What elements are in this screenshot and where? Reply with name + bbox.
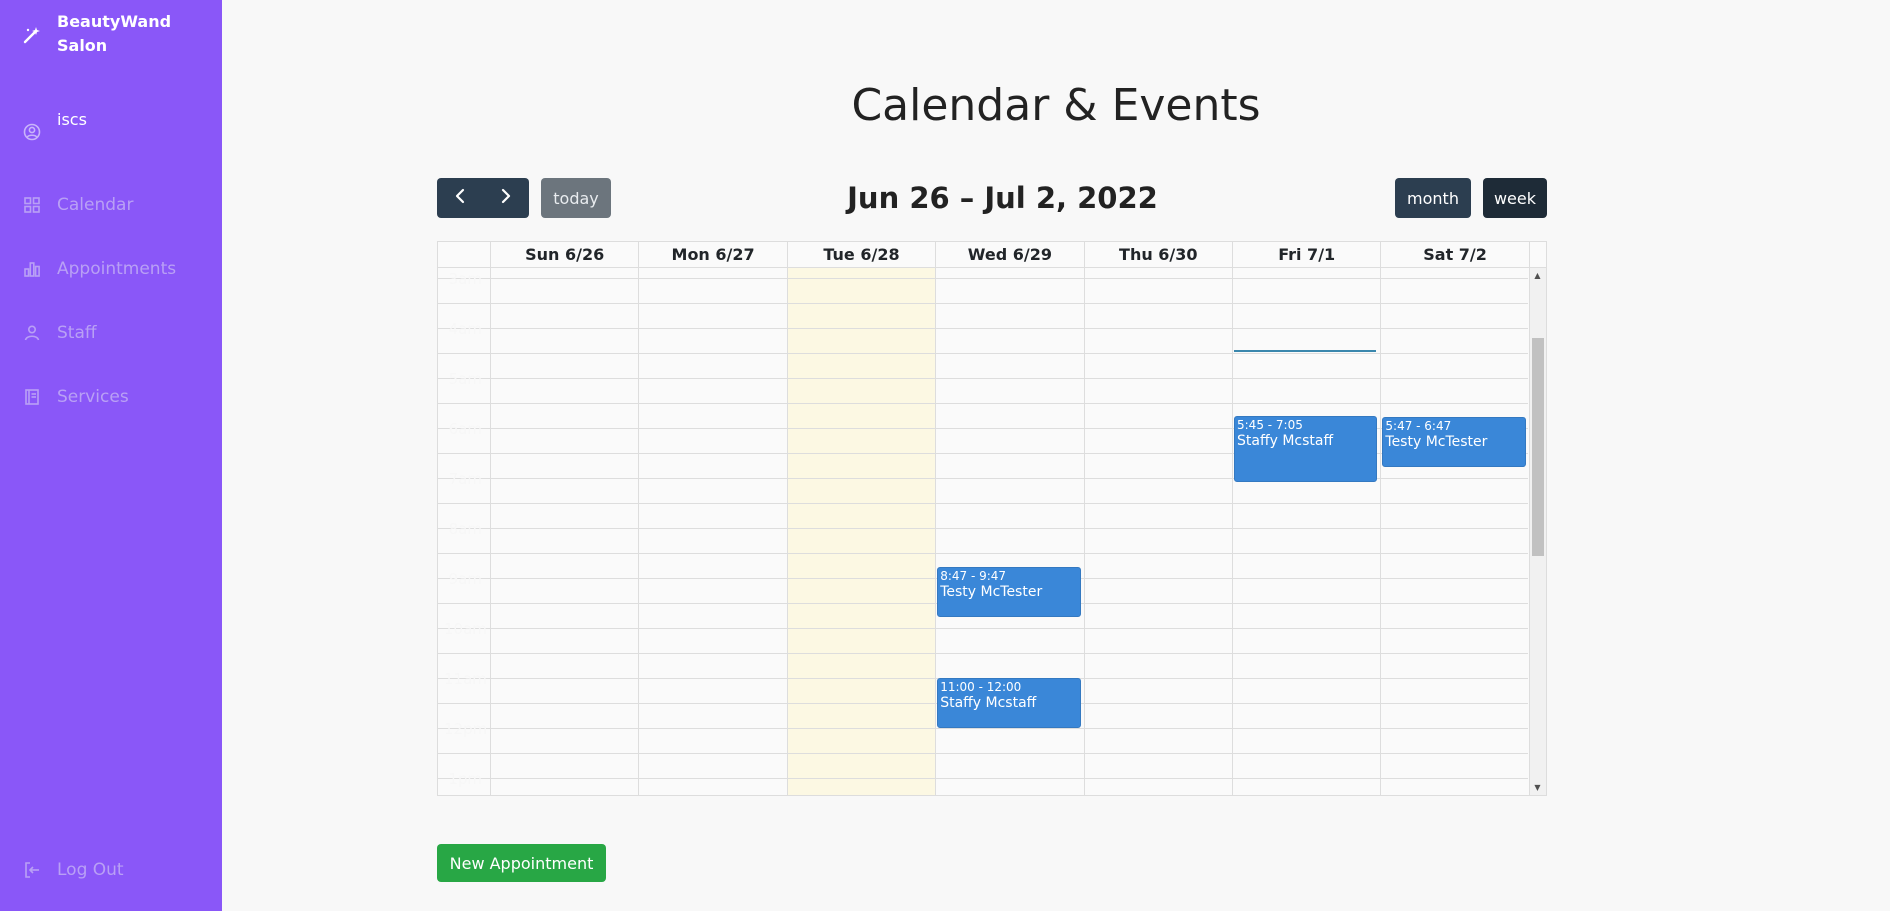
time-label: 11am bbox=[444, 670, 487, 688]
day-column[interactable] bbox=[786, 268, 936, 795]
logout-icon bbox=[22, 860, 42, 880]
brand[interactable]: BeautyWand Salon bbox=[22, 10, 187, 58]
sidebar-item-label: Appointments bbox=[57, 259, 177, 279]
logout-label: Log Out bbox=[57, 860, 124, 880]
user-profile[interactable]: iscs bbox=[22, 104, 87, 142]
time-label: 1pm bbox=[448, 770, 482, 788]
time-label: 3am bbox=[448, 270, 482, 288]
time-label: 4am bbox=[448, 320, 482, 338]
calendar-time-grid[interactable]: 3am 4am 5am 6am 7am 8am 9am 10am 11am 12pm 1pm 5:45… bbox=[438, 268, 1528, 795]
person-icon bbox=[22, 323, 42, 343]
bar-chart-icon bbox=[22, 259, 42, 279]
grid-line bbox=[438, 328, 1528, 329]
day-column[interactable] bbox=[1083, 268, 1232, 795]
sidebar-item-label: Staff bbox=[57, 323, 97, 343]
grid-line bbox=[438, 303, 1528, 304]
day-column[interactable] bbox=[490, 268, 638, 795]
grid-line bbox=[438, 353, 1528, 354]
user-name: iscs bbox=[57, 109, 87, 129]
sidebar-item-label: Services bbox=[57, 387, 129, 407]
time-label: 9am bbox=[448, 570, 482, 588]
appointment-event[interactable]: 11:00 - 12:00 Staffy Mcstaff bbox=[937, 678, 1081, 728]
time-label: 6am bbox=[448, 420, 482, 438]
grid-line bbox=[438, 753, 1528, 754]
event-time: 5:47 - 6:47 bbox=[1385, 419, 1452, 434]
day-header: Tue 6/28 bbox=[786, 242, 935, 267]
new-appointment-button[interactable]: New Appointment bbox=[437, 844, 606, 882]
day-header: Fri 7/1 bbox=[1232, 242, 1380, 267]
sidebar-item-label: Calendar bbox=[57, 195, 134, 215]
scroll-thumb[interactable] bbox=[1532, 338, 1544, 556]
day-header: Sun 6/26 bbox=[490, 242, 638, 267]
today-button[interactable]: today bbox=[541, 178, 611, 218]
sidebar: BeautyWand Salon iscs Calendar Appointme… bbox=[0, 0, 222, 911]
event-time: 5:45 - 7:05 bbox=[1237, 417, 1303, 432]
scroll-up-arrow[interactable]: ▲ bbox=[1530, 268, 1545, 283]
grid-line bbox=[438, 403, 1528, 404]
header-spacer bbox=[1528, 242, 1546, 267]
month-view-button[interactable]: month bbox=[1395, 178, 1471, 218]
day-header: Mon 6/27 bbox=[638, 242, 786, 267]
sidebar-item-staff[interactable]: Staff bbox=[22, 323, 97, 343]
grid-line bbox=[438, 503, 1528, 504]
event-time: 8:47 - 9:47 bbox=[940, 569, 1007, 584]
time-label: 12pm bbox=[444, 720, 488, 738]
page-title: Calendar & Events bbox=[851, 80, 1261, 131]
grid-line bbox=[438, 628, 1528, 629]
calendar-scrollbar[interactable]: ▲ ▼ bbox=[1529, 268, 1546, 795]
time-label: 8am bbox=[448, 520, 482, 538]
user-circle-icon bbox=[22, 122, 42, 142]
day-column[interactable] bbox=[1232, 268, 1380, 795]
sidebar-item-appointments[interactable]: Appointments bbox=[22, 259, 176, 279]
scroll-down-arrow[interactable]: ▼ bbox=[1530, 780, 1545, 795]
now-indicator bbox=[1234, 350, 1377, 352]
day-header: Thu 6/30 bbox=[1083, 242, 1232, 267]
brand-name: BeautyWand Salon bbox=[57, 12, 172, 55]
event-title: Staffy Mcstaff bbox=[940, 695, 1037, 711]
day-column[interactable] bbox=[638, 268, 786, 795]
grid-line bbox=[438, 653, 1528, 654]
grid-line bbox=[438, 553, 1528, 554]
prev-week-button[interactable] bbox=[437, 178, 483, 218]
day-header: Wed 6/29 bbox=[935, 242, 1083, 267]
grid-line bbox=[438, 278, 1528, 279]
time-label: 7am bbox=[448, 470, 482, 488]
time-label: 10am bbox=[444, 620, 487, 638]
day-column[interactable] bbox=[1380, 268, 1528, 795]
time-label: 5am bbox=[448, 370, 482, 388]
grid-line bbox=[438, 378, 1528, 379]
book-icon bbox=[22, 387, 42, 407]
sidebar-item-calendar[interactable]: Calendar bbox=[22, 195, 133, 215]
logout-button[interactable]: Log Out bbox=[22, 860, 124, 880]
event-title: Staffy Mcstaff bbox=[1237, 432, 1334, 449]
week-calendar: Sun 6/26 Mon 6/27 Tue 6/28 Wed 6/29 Thu 6/30… bbox=[437, 241, 1547, 796]
appointment-event[interactable]: 5:45 - 7:05 Staffy Mcstaff bbox=[1234, 415, 1378, 483]
magic-wand-icon bbox=[22, 25, 42, 45]
grid-line bbox=[438, 528, 1528, 529]
day-header: Sat 7/2 bbox=[1380, 242, 1528, 267]
event-title: Testy McTester bbox=[940, 584, 1043, 601]
event-title: Testy McTester bbox=[1385, 434, 1488, 451]
appointment-event[interactable]: 8:47 - 9:47 Testy McTester bbox=[937, 567, 1081, 618]
grid-line bbox=[438, 778, 1528, 779]
grid-line bbox=[438, 728, 1528, 729]
appointment-event[interactable]: 5:47 - 6:47 Testy McTester bbox=[1382, 417, 1526, 468]
chevron-right-icon bbox=[500, 188, 512, 208]
grid-icon bbox=[22, 195, 42, 215]
calendar-header: Sun 6/26 Mon 6/27 Tue 6/28 Wed 6/29 Thu 6/30… bbox=[438, 242, 1546, 268]
date-range-title: Jun 26 – Jul 2, 2022 bbox=[847, 181, 1158, 215]
sidebar-item-services[interactable]: Services bbox=[22, 387, 129, 407]
chevron-left-icon bbox=[454, 188, 466, 208]
prev-next-group bbox=[437, 178, 529, 218]
week-view-button[interactable]: week bbox=[1483, 178, 1547, 218]
event-time: 11:00 - 12:00 bbox=[940, 680, 1022, 694]
next-week-button[interactable] bbox=[483, 178, 529, 218]
